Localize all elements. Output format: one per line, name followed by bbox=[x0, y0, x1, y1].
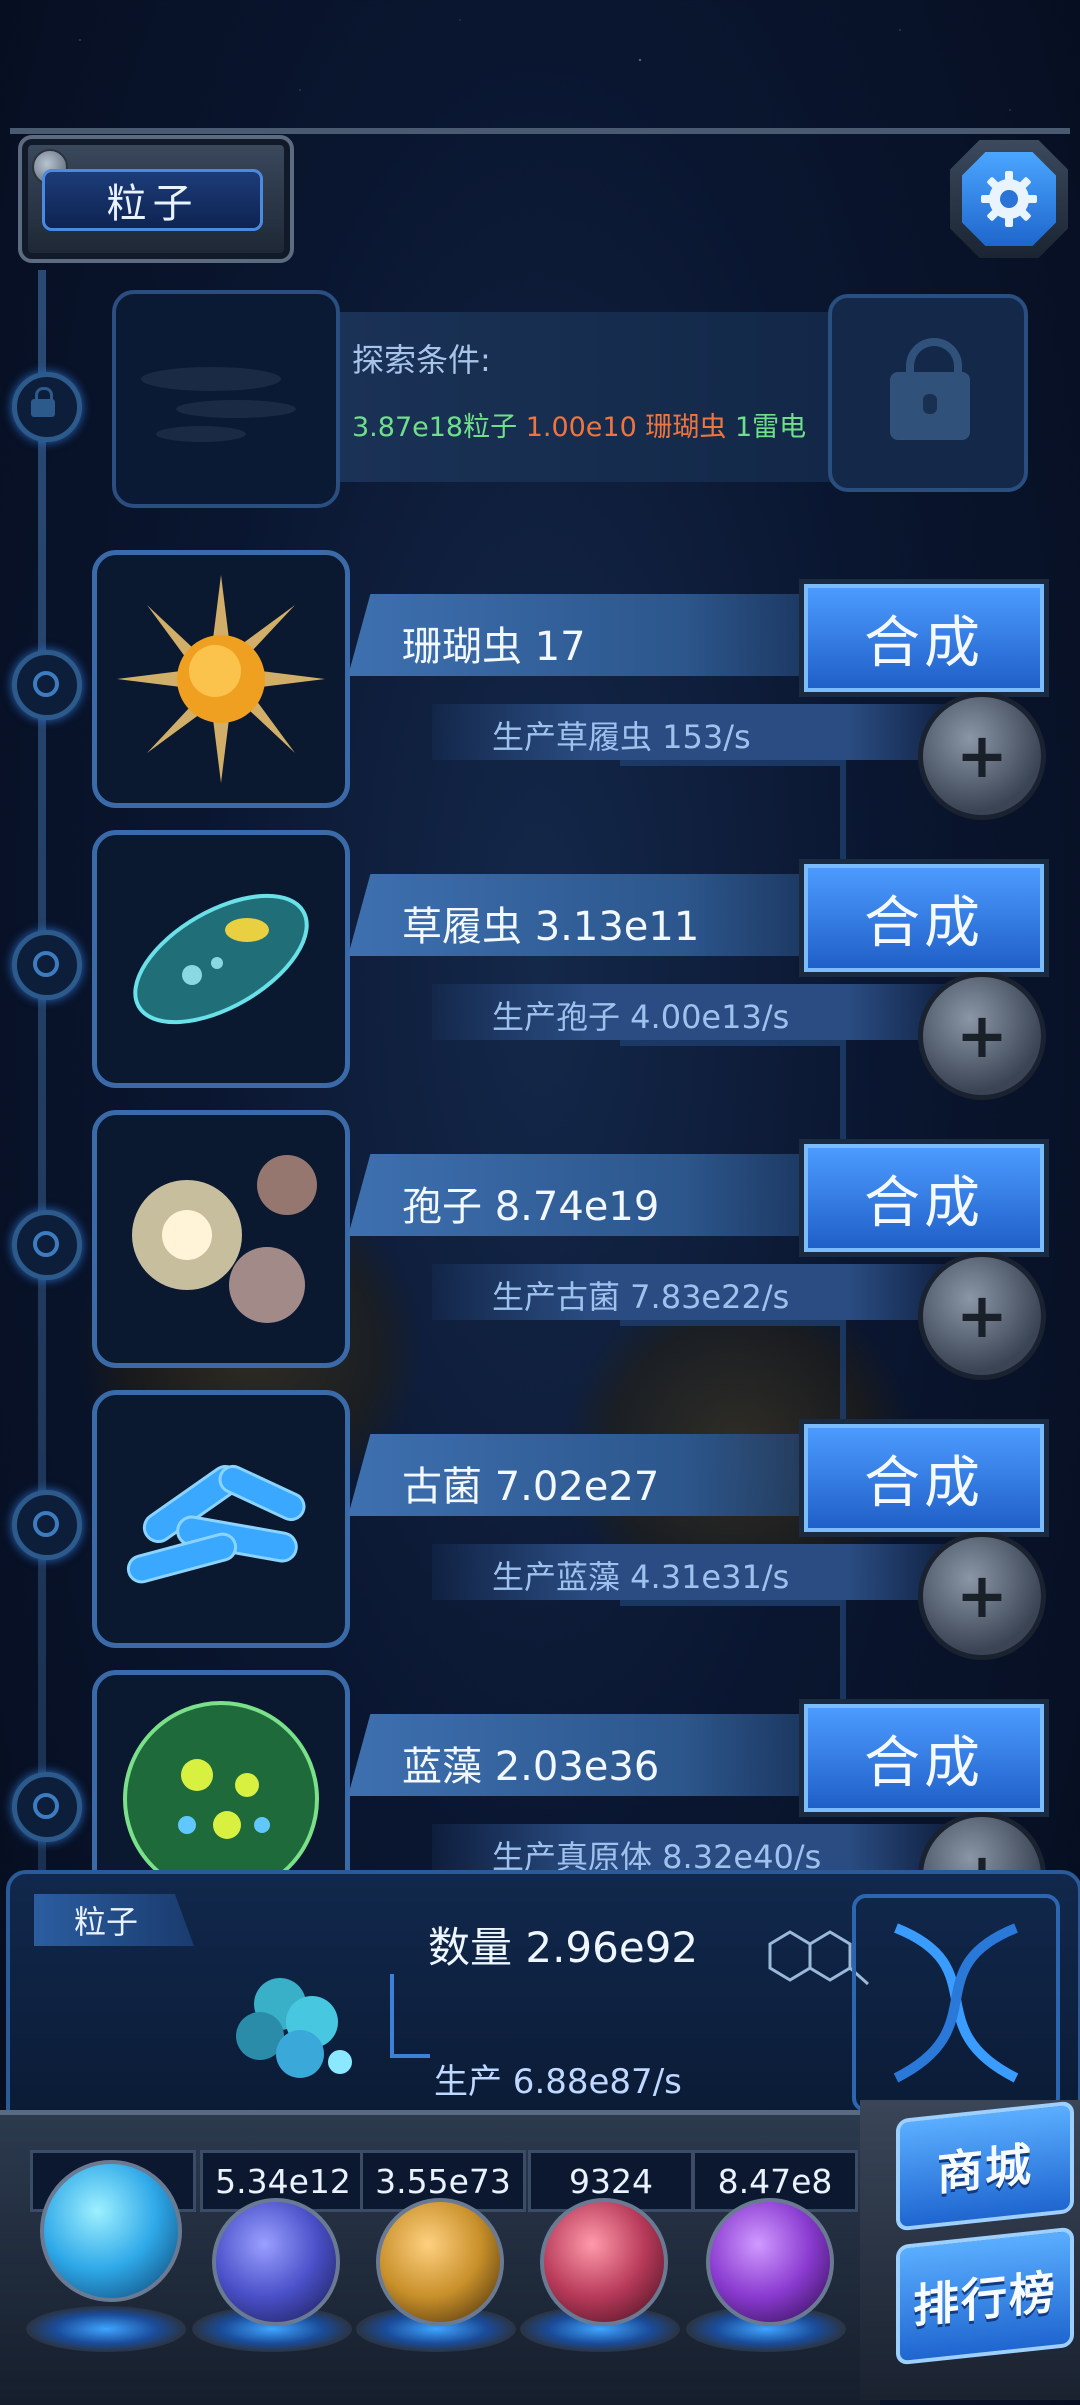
unknown-species-frame bbox=[112, 290, 340, 508]
circuit-line bbox=[390, 2054, 430, 2058]
synthesize-label: 合成 bbox=[864, 890, 984, 956]
resource-info-panel: 粒子 数量 2.96e92 生产 6.88e87/s bbox=[6, 1870, 1080, 2138]
synthesize-label: 合成 bbox=[864, 1450, 984, 1516]
shop-button[interactable]: 商城 bbox=[896, 2100, 1074, 2232]
lock-icon bbox=[890, 338, 970, 440]
spore-icon bbox=[132, 1155, 317, 1323]
species-name: 孢子 8.74e19 bbox=[402, 1184, 660, 1230]
production-rate: 生产古菌 7.83e22/s bbox=[492, 1278, 790, 1316]
plus-icon: + bbox=[956, 1559, 1008, 1632]
resource-tag-label: 粒子 bbox=[74, 1903, 139, 1941]
rail-node bbox=[12, 1772, 82, 1842]
rail-node bbox=[12, 1210, 82, 1280]
requirement-coral: 1.00e10 珊瑚虫 bbox=[525, 412, 727, 443]
add-button[interactable]: + bbox=[918, 1532, 1046, 1660]
species-icon-frame bbox=[92, 550, 350, 808]
explore-condition-card: 探索条件: 3.87e18粒子 1.00e10 珊瑚虫 1雷电 bbox=[112, 290, 1032, 508]
add-button[interactable]: + bbox=[918, 1252, 1046, 1380]
vortex-orb-icon[interactable] bbox=[706, 2198, 834, 2326]
species-row: 珊瑚虫 17 生产草履虫 153/s 合成 + bbox=[92, 550, 1072, 820]
resource-production: 生产 6.88e87/s bbox=[434, 2062, 682, 2102]
gear-icon bbox=[981, 171, 1037, 227]
synthesize-label: 合成 bbox=[864, 610, 984, 676]
page-title: 粒子 bbox=[106, 181, 199, 227]
add-button[interactable]: + bbox=[918, 972, 1046, 1100]
synthesize-button[interactable]: 合成 bbox=[804, 1144, 1044, 1252]
paramecium-icon bbox=[133, 893, 309, 1025]
explore-requirements: 3.87e18粒子 1.00e10 珊瑚虫 1雷电 bbox=[352, 405, 806, 444]
galaxy-orb-icon[interactable] bbox=[376, 2198, 504, 2326]
plus-icon: + bbox=[956, 1279, 1008, 1352]
species-name: 蓝藻 2.03e36 bbox=[402, 1744, 660, 1790]
leaderboard-button[interactable]: 排行榜 bbox=[896, 2226, 1074, 2366]
production-rate: 生产蓝藻 4.31e31/s bbox=[492, 1558, 790, 1596]
leaderboard-label: 排行榜 bbox=[913, 2264, 1057, 2334]
sun-star-icon bbox=[117, 575, 325, 783]
shop-label: 商城 bbox=[937, 2136, 1033, 2202]
explore-lock-button[interactable] bbox=[828, 294, 1028, 492]
lightning-orb-icon[interactable] bbox=[212, 2198, 340, 2326]
species-row: 草履虫 3.13e11 生产孢子 4.00e13/s 合成 + bbox=[92, 830, 1072, 1100]
circuit-line bbox=[390, 1974, 394, 2056]
synthesize-button[interactable]: 合成 bbox=[804, 864, 1044, 972]
settings-button[interactable] bbox=[950, 140, 1068, 258]
archaea-icon bbox=[126, 1464, 306, 1584]
explore-label: 探索条件: bbox=[352, 341, 491, 379]
resource-count: 数量 2.96e92 bbox=[428, 1923, 699, 1972]
lock-icon bbox=[31, 387, 55, 417]
resource-tag: 粒子 bbox=[34, 1894, 194, 1946]
dna-frame bbox=[852, 1894, 1060, 2112]
rail-node bbox=[12, 930, 82, 1000]
silhouette-icon bbox=[141, 367, 296, 442]
species-row: 孢子 8.74e19 生产古菌 7.83e22/s 合成 + bbox=[92, 1110, 1072, 1380]
brain-orb-icon[interactable] bbox=[540, 2198, 668, 2326]
rail-node bbox=[12, 1490, 82, 1560]
title-plate: 粒子 bbox=[18, 135, 294, 263]
species-icon-frame bbox=[92, 1390, 350, 1648]
species-name: 古菌 7.02e27 bbox=[402, 1464, 660, 1510]
species-name: 草履虫 3.13e11 bbox=[402, 904, 700, 950]
synthesize-button[interactable]: 合成 bbox=[804, 1424, 1044, 1532]
production-rate: 生产草履虫 153/s bbox=[492, 718, 751, 756]
species-icon-frame bbox=[92, 1110, 350, 1368]
synthesize-label: 合成 bbox=[864, 1170, 984, 1236]
title-badge: 粒子 bbox=[42, 169, 263, 231]
progress-rail bbox=[38, 270, 46, 1870]
production-rate: 生产孢子 4.00e13/s bbox=[492, 998, 790, 1036]
orb-pedestal bbox=[26, 2306, 186, 2352]
plus-icon: + bbox=[956, 719, 1008, 792]
add-button[interactable]: + bbox=[918, 692, 1046, 820]
species-row: 古菌 7.02e27 生产蓝藻 4.31e31/s 合成 + bbox=[92, 1390, 1072, 1660]
requirement-thunder: 1雷电 bbox=[734, 412, 807, 443]
species-icon-frame bbox=[92, 830, 350, 1088]
species-name: 珊瑚虫 17 bbox=[402, 624, 586, 670]
synthesize-button[interactable]: 合成 bbox=[804, 1704, 1044, 1812]
particle-orb-icon[interactable] bbox=[40, 2160, 182, 2302]
particle-cluster-icon bbox=[236, 1978, 352, 2078]
dna-icon bbox=[893, 1923, 1019, 2083]
synthesize-label: 合成 bbox=[864, 1730, 984, 1796]
rail-node bbox=[12, 650, 82, 720]
synthesize-button[interactable]: 合成 bbox=[804, 584, 1044, 692]
plus-icon: + bbox=[956, 999, 1008, 1072]
requirement-particle: 3.87e18粒子 bbox=[352, 412, 518, 443]
rail-node-locked bbox=[12, 372, 82, 442]
